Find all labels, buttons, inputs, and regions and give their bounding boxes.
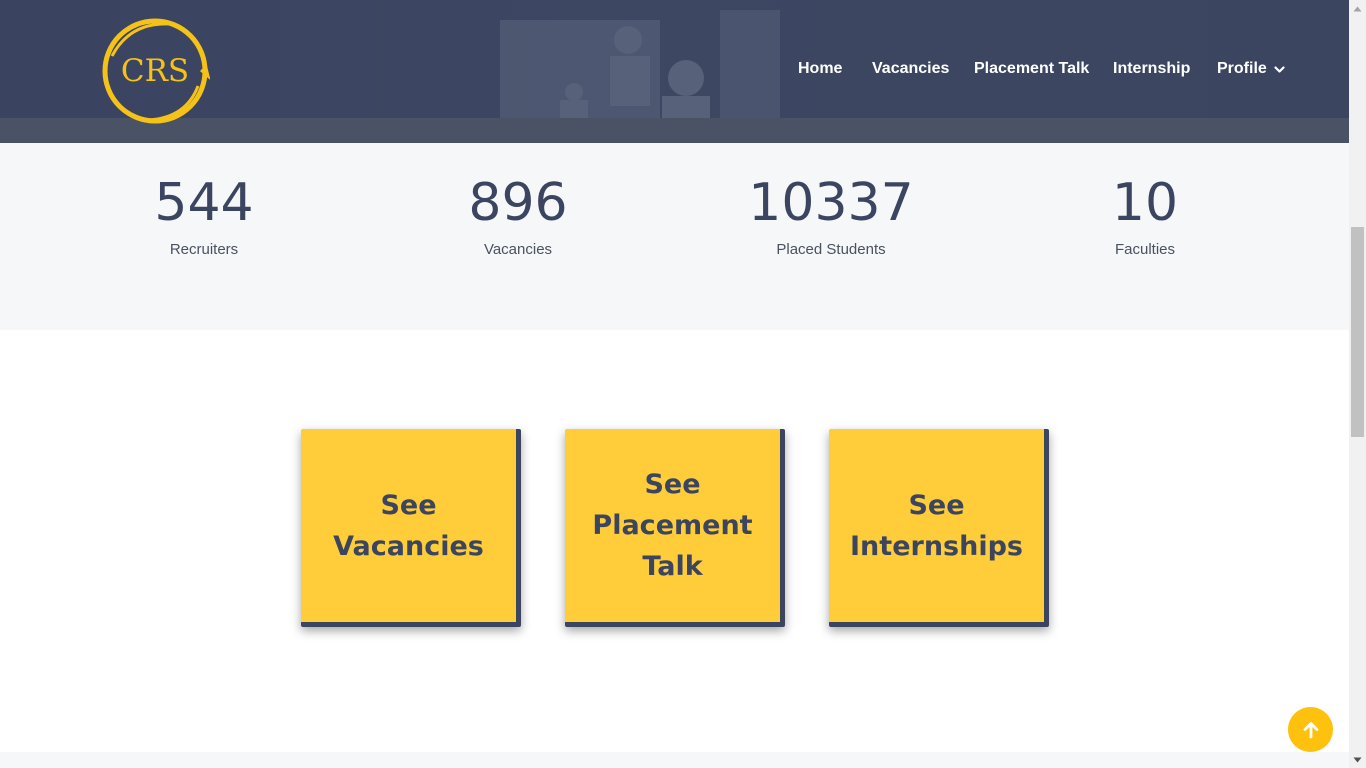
stat-recruiters: 544 Recruiters [74, 173, 334, 258]
scroll-up-arrow-icon[interactable] [1349, 0, 1366, 17]
stats-section: 544 Recruiters 896 Vacancies 10337 Place… [0, 143, 1349, 330]
arrow-up-icon [1303, 721, 1318, 738]
nav-profile-label: Profile [1217, 60, 1267, 77]
stat-value: 896 [468, 173, 568, 233]
nav-placement-talk[interactable]: Placement Talk [974, 60, 1089, 78]
footer-band [0, 752, 1349, 768]
stat-value: 10 [1111, 173, 1179, 233]
nav-vacancies[interactable]: Vacancies [872, 60, 949, 78]
stat-label: Recruiters [169, 241, 239, 258]
scrollbar-thumb[interactable] [1351, 227, 1364, 437]
page: CRS Home Vacancies Placement Talk Intern… [0, 0, 1366, 768]
stat-label: Faculties [1114, 241, 1176, 258]
stat-placed-students: 10337 Placed Students [701, 173, 961, 258]
logo[interactable]: CRS [100, 16, 211, 126]
see-placement-talk-card[interactable]: See Placement Talk [565, 429, 785, 627]
stat-value: 10337 [748, 173, 914, 233]
nav-internship[interactable]: Internship [1113, 60, 1190, 78]
nav-profile[interactable]: Profile [1217, 60, 1285, 78]
see-internships-card[interactable]: See Internships [829, 429, 1049, 627]
stat-label: Placed Students [776, 241, 886, 258]
stat-label: Vacancies [483, 241, 553, 258]
back-to-top-button[interactable] [1288, 707, 1333, 752]
nav-home[interactable]: Home [798, 60, 842, 78]
stat-vacancies: 896 Vacancies [388, 173, 648, 258]
logo-text: CRS [120, 53, 190, 89]
chevron-down-icon [1274, 65, 1285, 73]
see-vacancies-card[interactable]: See Vacancies [301, 429, 521, 627]
scroll-down-arrow-icon[interactable] [1349, 751, 1366, 768]
page-scrollbar[interactable] [1349, 0, 1366, 768]
stat-faculties: 10 Faculties [1015, 173, 1275, 258]
stat-value: 544 [154, 173, 254, 233]
